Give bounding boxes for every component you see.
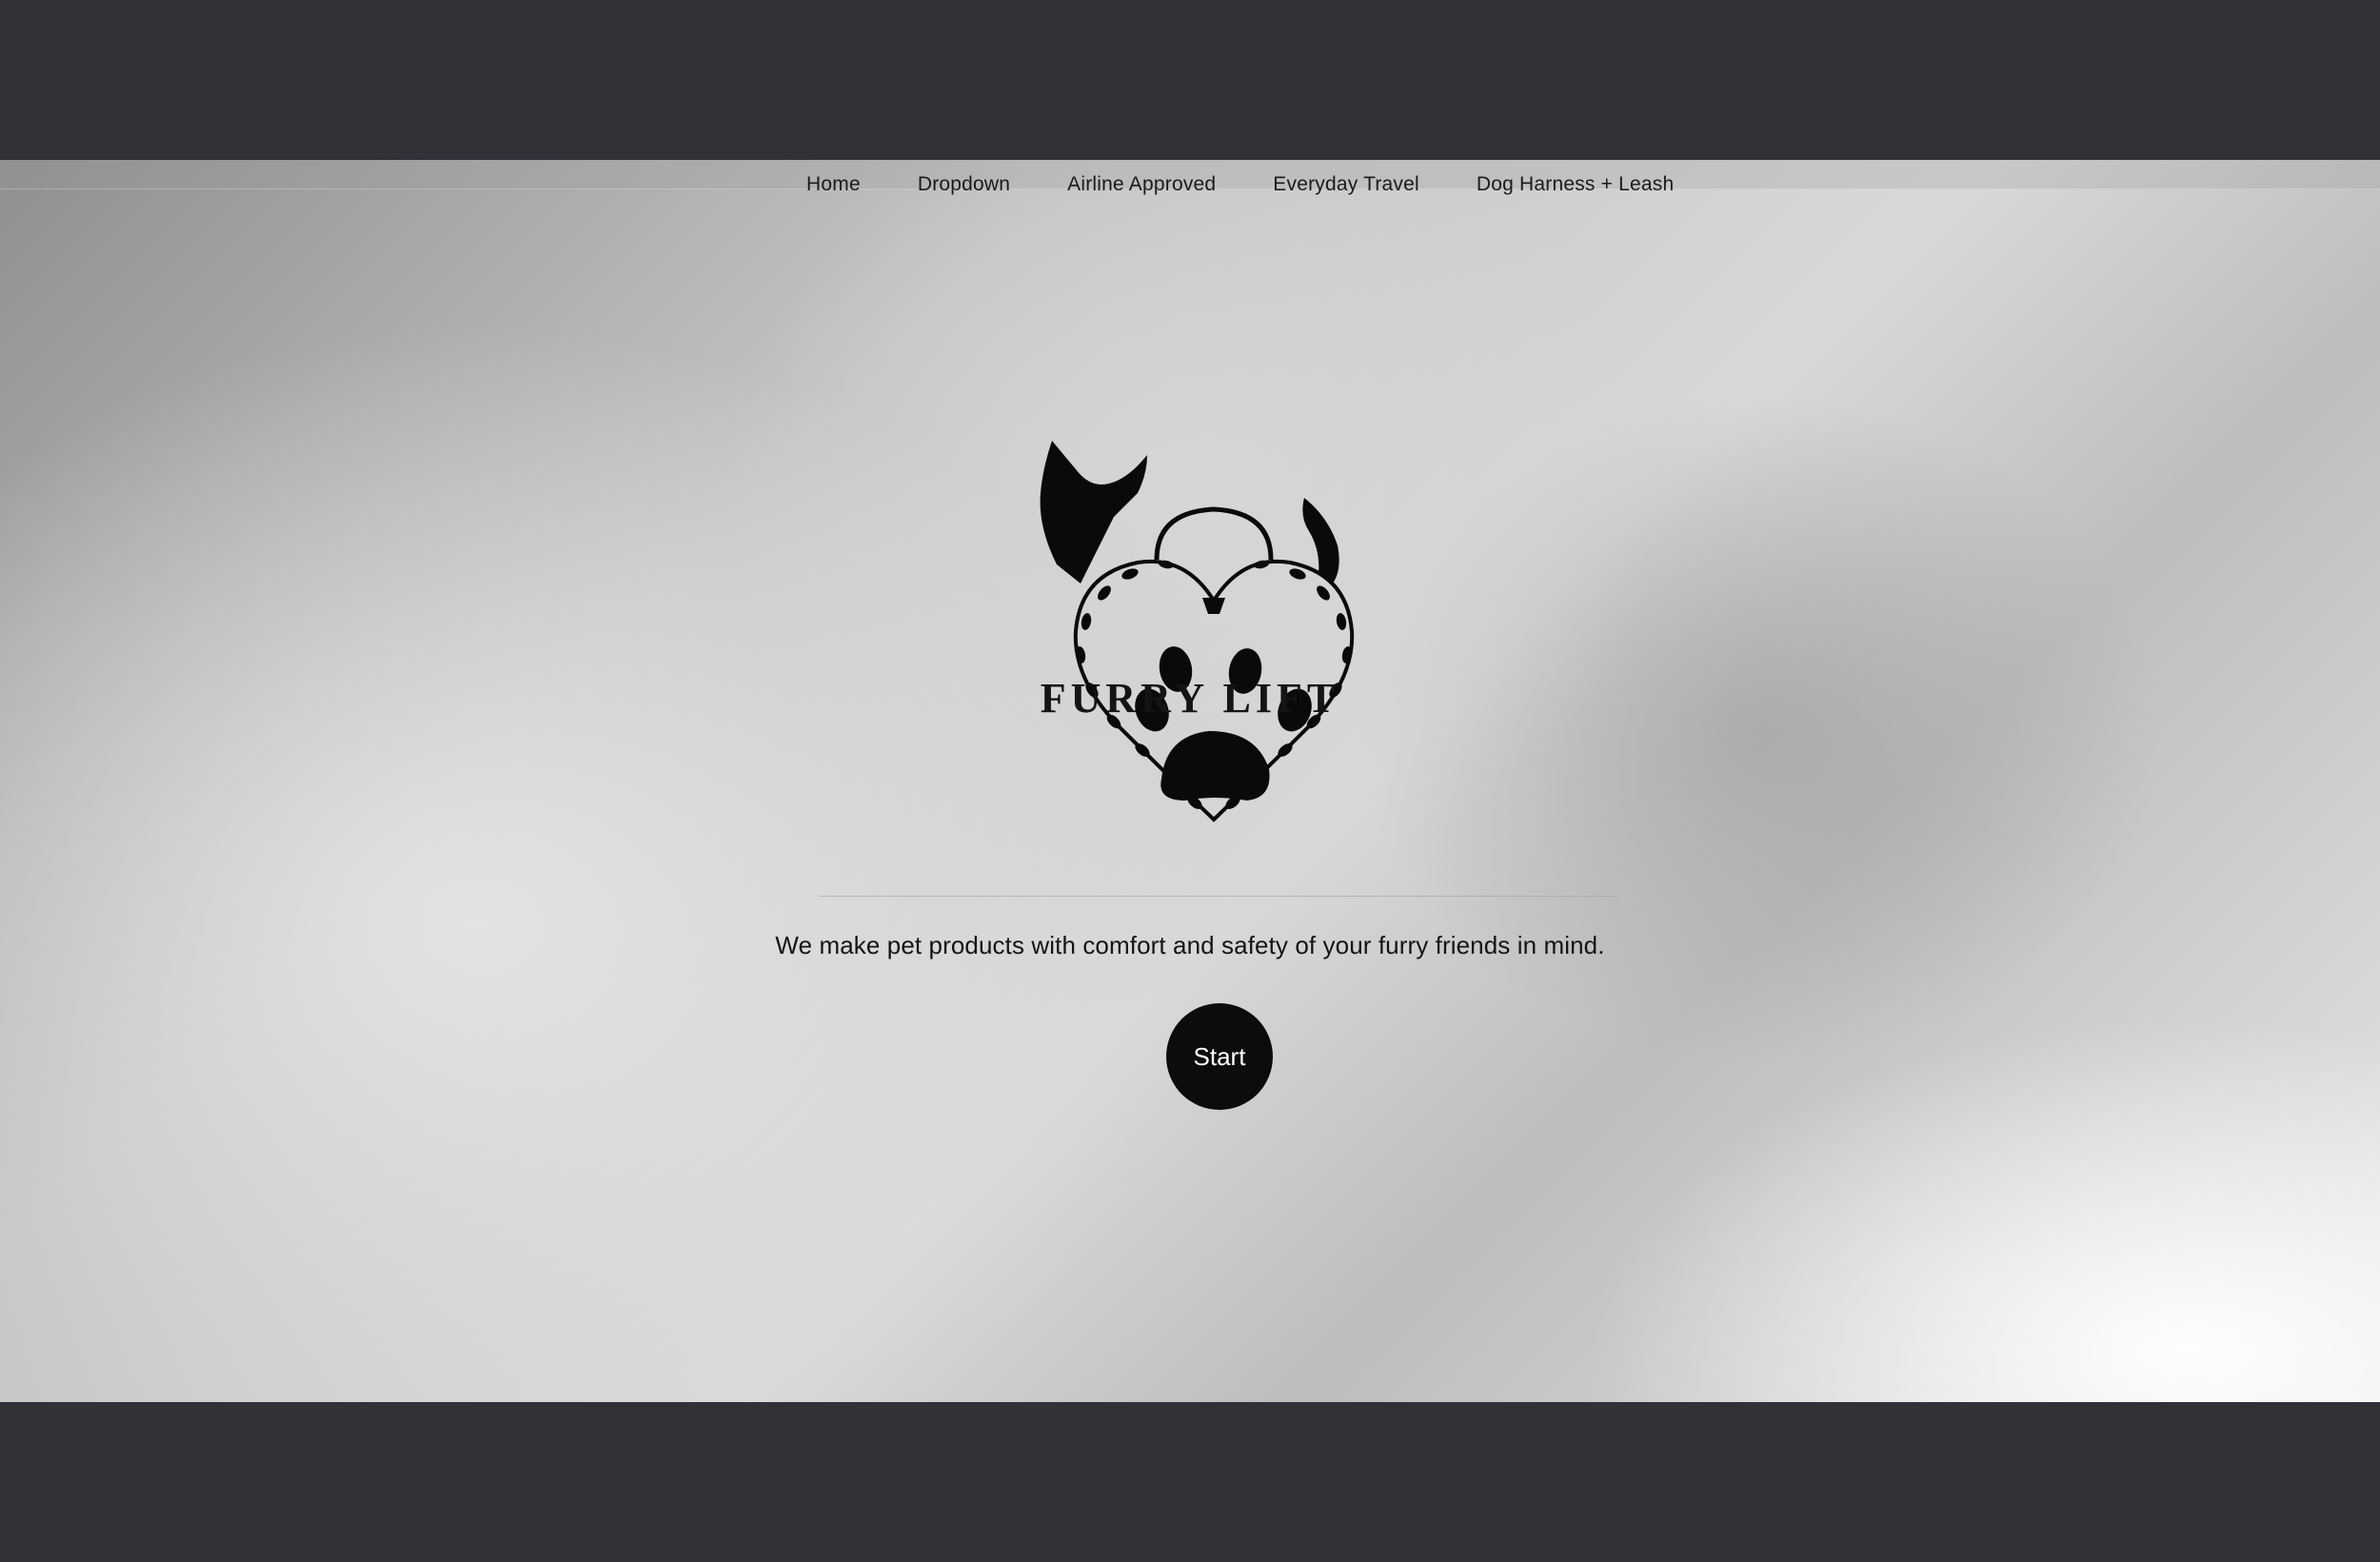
top-frame-bar xyxy=(0,0,2380,160)
bottom-frame-bar xyxy=(0,1402,2380,1562)
nav-item-dog-harness-leash[interactable]: Dog Harness + Leash xyxy=(1448,173,1703,196)
nav-item-dropdown[interactable]: Dropdown xyxy=(889,173,1039,196)
hero-divider xyxy=(819,896,1618,897)
nav-item-home[interactable]: Home xyxy=(778,173,889,196)
hero-tagline: We make pet products with comfort and sa… xyxy=(775,931,1605,959)
pet-heart-paw-logo-icon xyxy=(1023,441,1404,850)
brand-name: FURRY LIFT xyxy=(1040,675,1340,722)
nav-item-airline-approved[interactable]: Airline Approved xyxy=(1039,173,1244,196)
main-nav: Home Dropdown Airline Approved Everyday … xyxy=(778,173,1702,196)
nav-item-everyday-travel[interactable]: Everyday Travel xyxy=(1244,173,1448,196)
start-button[interactable]: Start xyxy=(1166,1003,1273,1110)
hero-section: Home Dropdown Airline Approved Everyday … xyxy=(0,160,2380,1402)
